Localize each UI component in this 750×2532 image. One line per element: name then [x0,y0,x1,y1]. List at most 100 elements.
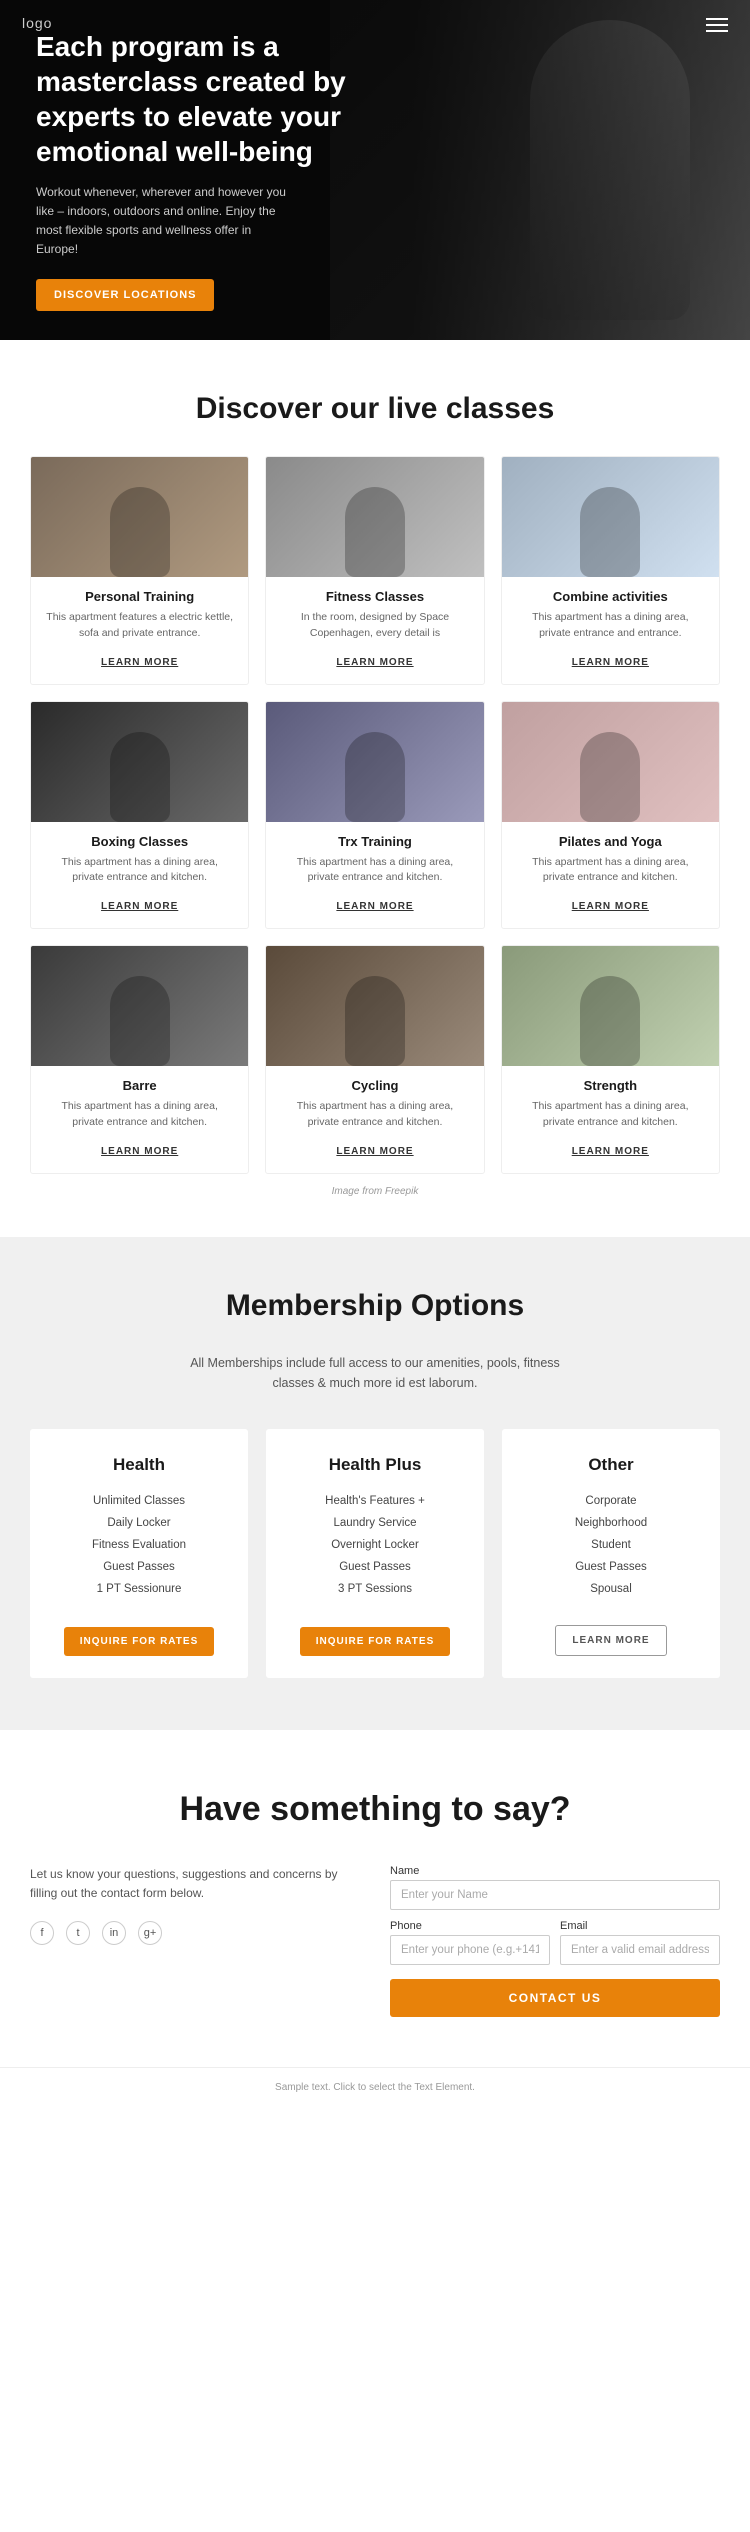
learn-more-button[interactable]: LEARN MORE [572,657,649,668]
googleplus-icon[interactable]: g+ [138,1921,162,1945]
class-card: Strength This apartment has a dining are… [501,945,720,1174]
membership-feature: Fitness Evaluation [92,1537,186,1553]
twitter-icon[interactable]: t [66,1921,90,1945]
learn-more-button[interactable]: LEARN MORE [101,657,178,668]
class-name: Barre [45,1078,234,1093]
class-card: Cycling This apartment has a dining area… [265,945,484,1174]
class-card: Pilates and Yoga This apartment has a di… [501,701,720,930]
membership-feature: Health's Features + [325,1493,425,1509]
name-label: Name [390,1865,720,1877]
live-classes-title: Discover our live classes [30,392,720,426]
membership-grid: Health Unlimited Classes Daily Locker Fitn… [30,1429,720,1678]
class-card: Barre This apartment has a dining area, … [30,945,249,1174]
class-body: Boxing Classes This apartment has a dini… [31,822,248,929]
contact-submit-button[interactable]: CONTACT US [390,1979,720,2017]
name-field-container: Name [390,1865,720,1910]
class-body: Combine activities This apartment has a … [502,577,719,684]
live-classes-section: Discover our live classes Personal Train… [0,340,750,1237]
phone-field-container: Phone [390,1920,550,1965]
discover-locations-button[interactable]: DISCOVER LOCATIONS [36,279,214,311]
class-name: Personal Training [45,589,234,604]
hamburger-menu[interactable] [706,18,728,32]
membership-feature: 3 PT Sessions [325,1581,425,1597]
membership-features-list: Unlimited Classes Daily Locker Fitness Eva… [92,1493,186,1605]
membership-feature: Neighborhood [575,1515,647,1531]
hero-section: logo Each program is a masterclass creat… [0,0,750,340]
class-body: Fitness Classes In the room, designed by… [266,577,483,684]
class-card: Combine activities This apartment has a … [501,456,720,685]
class-name: Cycling [280,1078,469,1093]
class-body: Personal Training This apartment feature… [31,577,248,684]
email-label: Email [560,1920,720,1932]
email-field-container: Email [560,1920,720,1965]
hero-subtitle: Workout whenever, wherever and however y… [36,183,296,260]
learn-more-button[interactable]: LEARN MORE [572,901,649,912]
learn-more-button[interactable]: LEARN MORE [101,1146,178,1157]
membership-card: Health Plus Health's Features + Laundry S… [266,1429,484,1678]
class-name: Strength [516,1078,705,1093]
class-image [31,457,248,577]
logo: logo [22,15,52,31]
class-image [266,946,483,1066]
name-input[interactable] [390,1880,720,1910]
class-image [266,457,483,577]
class-body: Cycling This apartment has a dining area… [266,1066,483,1173]
class-name: Boxing Classes [45,834,234,849]
class-card: Trx Training This apartment has a dining… [265,701,484,930]
membership-feature: Daily Locker [92,1515,186,1531]
class-body: Barre This apartment has a dining area, … [31,1066,248,1173]
learn-more-button[interactable]: LEARN MORE [336,657,413,668]
membership-plan-title: Health [113,1455,165,1475]
membership-title: Membership Options [30,1289,720,1323]
contact-section: Have something to say? Let us know your … [0,1730,750,2067]
learn-more-button[interactable]: LEARN MORE [336,1146,413,1157]
learn-more-button[interactable]: LEARN MORE [101,901,178,912]
class-image [502,702,719,822]
membership-subtitle: All Memberships include full access to o… [185,1353,565,1393]
contact-title: Have something to say? [30,1790,720,1829]
class-image [31,946,248,1066]
footer-note: Sample text. Click to select the Text El… [0,2067,750,2107]
hero-content: Each program is a masterclass created by… [0,29,400,312]
class-card: Personal Training This apartment feature… [30,456,249,685]
membership-feature: Unlimited Classes [92,1493,186,1509]
class-card: Boxing Classes This apartment has a dini… [30,701,249,930]
class-image [266,702,483,822]
phone-label: Phone [390,1920,550,1932]
phone-email-row: Phone Email [390,1920,720,1965]
class-name: Trx Training [280,834,469,849]
learn-more-button[interactable]: LEARN MORE [572,1146,649,1157]
membership-section: Membership Options All Memberships inclu… [0,1237,750,1730]
phone-input[interactable] [390,1935,550,1965]
membership-cta-button[interactable]: INQUIRE FOR RATES [300,1627,450,1656]
class-description: In the room, designed by Space Copenhage… [280,610,469,642]
membership-cta-button[interactable]: INQUIRE FOR RATES [64,1627,214,1656]
membership-feature: 1 PT Sessionure [92,1581,186,1597]
email-input[interactable] [560,1935,720,1965]
class-description: This apartment has a dining area, privat… [280,855,469,887]
membership-cta-button[interactable]: LEARN MORE [555,1625,666,1656]
instagram-icon[interactable]: in [102,1921,126,1945]
class-body: Trx Training This apartment has a dining… [266,822,483,929]
membership-features-list: Health's Features +Laundry ServiceOverni… [325,1493,425,1605]
membership-feature: Laundry Service [325,1515,425,1531]
membership-plan-title: Other [588,1455,633,1475]
class-card: Fitness Classes In the room, designed by… [265,456,484,685]
class-image [502,457,719,577]
membership-plan-title: Health Plus [329,1455,422,1475]
facebook-icon[interactable]: f [30,1921,54,1945]
contact-description: Let us know your questions, suggestions … [30,1865,360,1903]
class-description: This apartment has a dining area, privat… [45,855,234,887]
membership-feature: Spousal [575,1581,647,1597]
class-name: Pilates and Yoga [516,834,705,849]
freepik-attribution: Image from Freepik [30,1186,720,1197]
membership-feature: Corporate [575,1493,647,1509]
membership-feature: Guest Passes [575,1559,647,1575]
membership-card: Health Unlimited Classes Daily Locker Fitn… [30,1429,248,1678]
membership-feature: Student [575,1537,647,1553]
learn-more-button[interactable]: LEARN MORE [336,901,413,912]
class-description: This apartment has a dining area, privat… [280,1099,469,1131]
membership-card: Other Corporate Neighborhood Student Guest … [502,1429,720,1678]
class-body: Strength This apartment has a dining are… [502,1066,719,1173]
membership-feature: Guest Passes [92,1559,186,1575]
